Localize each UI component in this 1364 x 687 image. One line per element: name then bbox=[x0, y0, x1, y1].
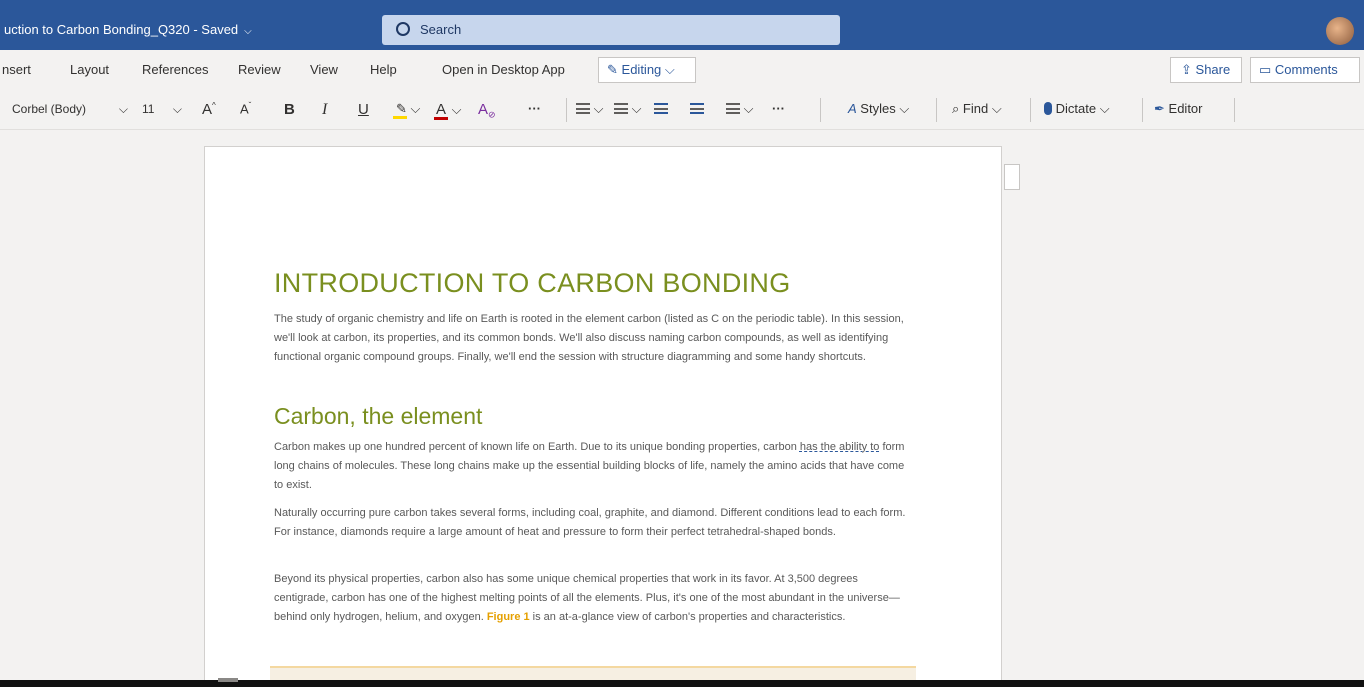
outdent-icon bbox=[654, 103, 668, 114]
decrease-indent-button[interactable] bbox=[654, 101, 668, 116]
bottom-bar bbox=[0, 680, 1364, 687]
indent-icon bbox=[690, 103, 704, 114]
highlighter-icon: ✎ bbox=[396, 101, 407, 116]
dictate-button[interactable]: Dictate ⌵ bbox=[1044, 101, 1110, 117]
paragraph-3[interactable]: Beyond its physical properties, carbon a… bbox=[274, 570, 914, 627]
grow-font-button[interactable]: A^ bbox=[202, 101, 216, 118]
comment-icon: ▭ bbox=[1259, 62, 1272, 77]
section-heading[interactable]: Carbon, the element bbox=[274, 403, 482, 430]
paragraph-2[interactable]: Naturally occurring pure carbon takes se… bbox=[274, 504, 914, 542]
open-desktop-app-link[interactable]: Open in Desktop App bbox=[442, 62, 565, 77]
tab-help[interactable]: Help bbox=[370, 62, 397, 77]
title-bar: uction to Carbon Bonding_Q320 - Saved ⌵ S… bbox=[0, 0, 1364, 50]
find-button[interactable]: ⌕ Find ⌵ bbox=[952, 101, 1002, 117]
page-side-marker bbox=[1004, 164, 1020, 190]
clear-formatting-button[interactable]: A⊘ bbox=[478, 101, 496, 121]
intro-paragraph[interactable]: The study of organic chemistry and life … bbox=[274, 310, 914, 367]
scrollbar-thumb[interactable] bbox=[218, 678, 238, 682]
tab-insert[interactable]: nsert bbox=[2, 62, 31, 77]
editor-pen-icon: ✒ bbox=[1154, 101, 1165, 116]
font-size-select[interactable]: 11 ⌵ bbox=[138, 99, 186, 121]
highlight-button[interactable]: ✎ ⌵ bbox=[392, 101, 420, 119]
search-input[interactable]: Search bbox=[382, 15, 840, 45]
bullets-button[interactable]: ⌵ bbox=[576, 101, 603, 117]
chevron-down-icon[interactable]: ⌵ bbox=[244, 26, 252, 37]
bullet-list-icon bbox=[576, 103, 590, 114]
grammar-suggestion[interactable]: has the ability to bbox=[800, 441, 880, 453]
avatar[interactable] bbox=[1326, 17, 1354, 45]
microphone-icon bbox=[1044, 102, 1052, 115]
font-color-button[interactable]: A ⌵ bbox=[434, 101, 461, 120]
align-button[interactable]: ⌵ bbox=[726, 101, 753, 117]
tab-view[interactable]: View bbox=[310, 62, 338, 77]
more-paragraph-icon[interactable]: ··· bbox=[772, 101, 785, 116]
tab-review[interactable]: Review bbox=[238, 62, 281, 77]
document-title[interactable]: uction to Carbon Bonding_Q320 - Saved ⌵ bbox=[4, 22, 252, 37]
styles-icon: A bbox=[848, 101, 857, 116]
figure-image[interactable] bbox=[270, 666, 916, 680]
styles-button[interactable]: A Styles ⌵ bbox=[848, 101, 909, 117]
ribbon-tabs: nsert Layout References Review View Help… bbox=[0, 50, 1364, 90]
share-icon: ⇪ bbox=[1181, 62, 1192, 77]
shrink-font-button[interactable]: Aˇ bbox=[240, 101, 251, 116]
increase-indent-button[interactable] bbox=[690, 101, 704, 116]
editor-button[interactable]: ✒ Editor bbox=[1154, 101, 1203, 117]
paragraph-1[interactable]: Carbon makes up one hundred percent of k… bbox=[274, 438, 914, 495]
align-icon bbox=[726, 103, 740, 114]
search-icon bbox=[396, 22, 410, 36]
numbered-list-icon bbox=[614, 103, 628, 114]
chevron-down-icon: ⌵ bbox=[118, 102, 128, 116]
search-icon: ⌕ bbox=[952, 101, 960, 116]
editing-mode-button[interactable]: ✎ Editing ⌵ bbox=[598, 57, 696, 83]
pencil-icon: ✎ bbox=[607, 62, 618, 77]
comments-button[interactable]: ▭ Comments bbox=[1250, 57, 1360, 83]
ribbon-toolbar: Corbel (Body) ⌵ 11 ⌵ A^ Aˇ B I U ✎ ⌵ A ⌵… bbox=[0, 90, 1364, 130]
figure-reference[interactable]: Figure 1 bbox=[487, 611, 530, 623]
bold-button[interactable]: B bbox=[284, 101, 295, 118]
tab-references[interactable]: References bbox=[142, 62, 208, 77]
font-name-select[interactable]: Corbel (Body) ⌵ bbox=[6, 99, 132, 121]
tab-layout[interactable]: Layout bbox=[70, 62, 109, 77]
numbering-button[interactable]: ⌵ bbox=[614, 101, 641, 117]
italic-button[interactable]: I bbox=[322, 101, 327, 119]
more-options-icon[interactable]: ··· bbox=[528, 101, 541, 116]
chevron-down-icon: ⌵ bbox=[172, 102, 182, 116]
document-heading[interactable]: INTRODUCTION TO CARBON BONDING bbox=[274, 268, 914, 299]
underline-button[interactable]: U bbox=[358, 101, 369, 118]
share-button[interactable]: ⇪ Share bbox=[1170, 57, 1242, 83]
chevron-down-icon: ⌵ bbox=[664, 62, 675, 77]
